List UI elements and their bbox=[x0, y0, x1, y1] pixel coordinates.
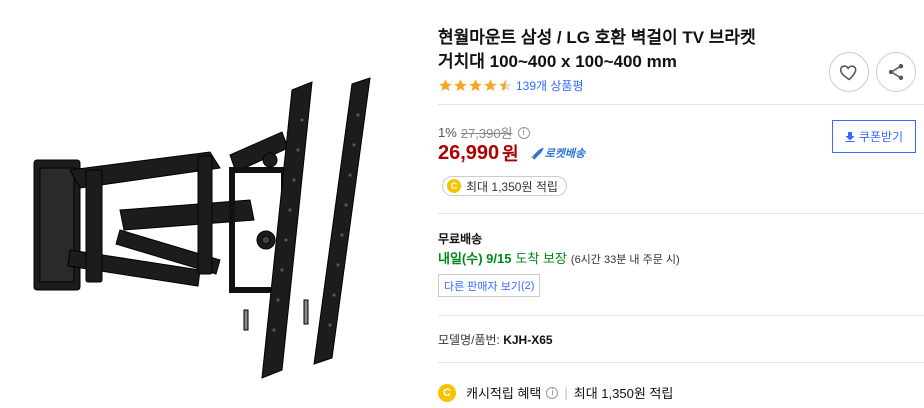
cash-label: 캐시적립 혜택 bbox=[466, 386, 542, 401]
rating-row: 139개 상품평 bbox=[438, 76, 584, 94]
discount-rate: 1% bbox=[438, 125, 457, 140]
wishlist-button[interactable] bbox=[829, 52, 869, 92]
star-half-icon bbox=[499, 78, 512, 91]
info-icon[interactable]: i bbox=[517, 126, 530, 139]
product-info-panel: 현월마운트 삼성 / LG 호환 벽걸이 TV 브라켓 거치대 100~400 … bbox=[438, 0, 924, 408]
rocket-delivery-badge: 로켓배송 bbox=[529, 145, 585, 161]
download-icon bbox=[845, 131, 855, 142]
product-image bbox=[33, 77, 371, 379]
coin-icon: C bbox=[447, 179, 461, 193]
sale-price-row: 26,990 원 로켓배송 bbox=[438, 140, 585, 166]
star-rating bbox=[438, 78, 513, 93]
delivery-note: (6시간 33분 내 주문 시) bbox=[570, 254, 680, 266]
divider bbox=[438, 104, 924, 105]
star-icon bbox=[439, 78, 452, 91]
rocket-icon bbox=[530, 147, 544, 160]
cash-reward-row: C 캐시적립 혜택 i | 최대 1,350원 적립 bbox=[438, 383, 673, 402]
heart-icon bbox=[839, 65, 857, 81]
star-icon bbox=[454, 78, 467, 91]
reward-badge: C 최대 1,350원 적립 bbox=[442, 176, 567, 196]
star-icon bbox=[469, 78, 482, 91]
divider bbox=[438, 315, 924, 316]
review-count-link[interactable]: 139개 상품평 bbox=[516, 77, 584, 94]
product-title-line2: 거치대 100~400 x 100~400 mm bbox=[438, 52, 677, 71]
other-sellers-count: (2) bbox=[520, 279, 535, 292]
separator: | bbox=[564, 385, 568, 400]
other-sellers-label: 다른 판매자 보기 bbox=[444, 280, 521, 293]
share-icon bbox=[888, 64, 904, 80]
divider bbox=[438, 362, 924, 363]
delivery-info: 내일(수) 9/15 도착 보장 (6시간 33분 내 주문 시) bbox=[438, 248, 680, 267]
star-icon bbox=[484, 78, 497, 91]
coupon-label: 쿠폰받기 bbox=[858, 130, 904, 144]
model-value: KJH-X65 bbox=[503, 333, 553, 347]
delivery-day: 내일(수) 9/15 bbox=[438, 251, 512, 266]
model-number: 모델명/품번: KJH-X65 bbox=[438, 331, 553, 348]
shipping-label: 무료배송 bbox=[438, 232, 483, 246]
coupon-button[interactable]: 쿠폰받기 bbox=[832, 120, 916, 153]
other-sellers-button[interactable]: 다른 판매자 보기 (2) bbox=[438, 274, 541, 297]
divider bbox=[438, 213, 924, 214]
product-title-line1: 현월마운트 삼성 / LG 호환 벽걸이 TV 브라켓 bbox=[438, 28, 756, 47]
reward-text: 최대 1,350원 적립 bbox=[466, 179, 558, 194]
info-icon[interactable]: i bbox=[546, 386, 559, 399]
rocket-label: 로켓배송 bbox=[544, 148, 586, 160]
model-label: 모델명/품번: bbox=[438, 333, 500, 347]
sale-price: 26,990 bbox=[438, 141, 500, 164]
coin-icon: C bbox=[438, 383, 456, 402]
cash-value: 최대 1,350원 적립 bbox=[573, 386, 674, 401]
currency-unit: 원 bbox=[502, 144, 519, 164]
delivery-guarantee: 도착 보장 bbox=[515, 251, 567, 266]
product-title: 현월마운트 삼성 / LG 호환 벽걸이 TV 브라켓 거치대 100~400 … bbox=[438, 26, 818, 74]
share-button[interactable] bbox=[876, 52, 916, 92]
